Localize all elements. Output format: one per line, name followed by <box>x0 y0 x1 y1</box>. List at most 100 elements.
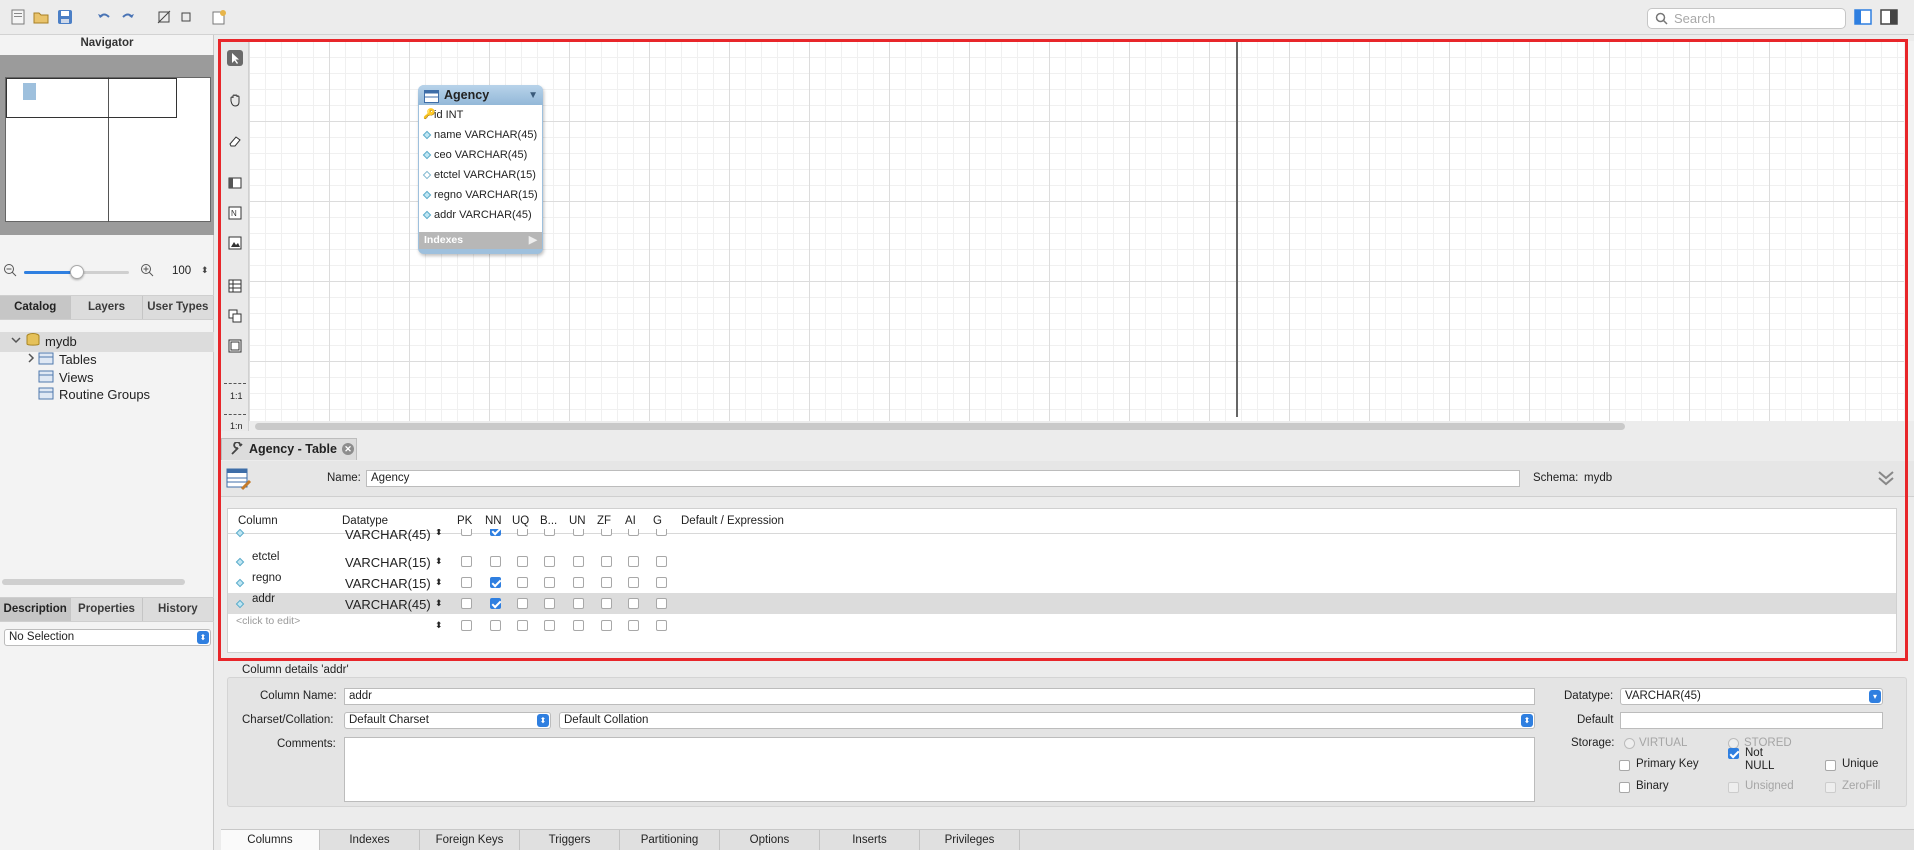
redo-icon[interactable] <box>119 8 137 26</box>
flag-checkbox[interactable] <box>573 577 584 588</box>
column-name-input[interactable]: addr <box>344 688 1535 705</box>
header-uq[interactable]: UQ <box>512 515 529 527</box>
tree-item-views[interactable]: Views <box>59 369 93 386</box>
flag-checkbox[interactable] <box>601 598 612 609</box>
tab-triggers[interactable]: Triggers <box>520 830 620 850</box>
flag-checkbox[interactable] <box>601 529 612 536</box>
chevron-updown-icon[interactable]: ⬍ <box>435 577 443 588</box>
flag-checkbox[interactable] <box>544 598 555 609</box>
tab-layers[interactable]: Layers <box>71 296 143 319</box>
chevron-updown-icon[interactable]: ⬍ <box>435 620 443 631</box>
flag-checkbox[interactable] <box>628 620 639 631</box>
entity-header[interactable]: Agency ▼ <box>418 85 543 105</box>
flag-checkbox[interactable] <box>461 620 472 631</box>
flag-checkbox[interactable] <box>517 556 528 567</box>
table-row[interactable]: regno VARCHAR(15) ⬍ <box>228 572 1896 593</box>
canvas-horizontal-scrollbar[interactable] <box>255 423 1625 430</box>
chevron-right-icon[interactable] <box>26 351 36 368</box>
collation-dropdown[interactable]: Default Collation ⬍ <box>559 712 1535 729</box>
zoom-value[interactable]: 100 <box>172 265 191 277</box>
flag-checkbox[interactable] <box>573 556 584 567</box>
flag-checkbox[interactable] <box>517 577 528 588</box>
unique-checkbox[interactable] <box>1825 760 1836 771</box>
flag-checkbox[interactable] <box>461 577 472 588</box>
tab-options[interactable]: Options <box>720 830 820 850</box>
zoom-out-icon[interactable] <box>3 263 17 280</box>
navigator-minimap[interactable] <box>0 55 214 235</box>
flag-checkbox[interactable] <box>490 529 501 536</box>
tree-item-routine-groups[interactable]: Routine Groups <box>59 386 150 403</box>
open-folder-icon[interactable] <box>32 8 50 26</box>
column-name-cell[interactable]: <click to edit> <box>236 615 300 627</box>
flag-checkbox[interactable] <box>573 620 584 631</box>
table-row[interactable]: <click to edit> ⬍ <box>228 615 1896 636</box>
align-grid-icon[interactable] <box>177 8 195 26</box>
header-datatype[interactable]: Datatype <box>342 515 388 527</box>
zoom-in-icon[interactable] <box>140 263 154 280</box>
toggle-sidebar-right-icon[interactable] <box>1880 8 1898 29</box>
hand-tool-icon[interactable] <box>227 92 243 108</box>
eraser-tool-icon[interactable] <box>227 133 243 149</box>
tab-properties[interactable]: Properties <box>71 598 143 621</box>
chevron-updown-icon[interactable]: ⬍ <box>435 529 443 538</box>
header-zf[interactable]: ZF <box>597 515 611 527</box>
view-tool-icon[interactable] <box>227 308 243 324</box>
column-name-cell[interactable]: etctel <box>252 551 280 563</box>
flag-checkbox[interactable] <box>656 577 667 588</box>
flag-checkbox[interactable] <box>601 620 612 631</box>
flag-checkbox[interactable] <box>517 620 528 631</box>
binary-checkbox[interactable] <box>1619 782 1630 793</box>
flag-checkbox[interactable] <box>490 556 501 567</box>
flag-checkbox[interactable] <box>517 598 528 609</box>
canvas-vertical-scrollbar[interactable] <box>1904 41 1914 421</box>
column-name-cell[interactable]: regno <box>252 572 281 584</box>
tree-item-tables[interactable]: Tables <box>59 351 97 368</box>
flag-checkbox[interactable] <box>573 529 584 536</box>
flag-checkbox[interactable] <box>544 556 555 567</box>
close-tab-icon[interactable]: ✕ <box>342 443 354 455</box>
header-g[interactable]: G <box>653 515 662 527</box>
flag-checkbox[interactable] <box>490 620 501 631</box>
charset-dropdown[interactable]: Default Charset ⬍ <box>344 712 551 729</box>
tab-catalog[interactable]: Catalog <box>0 296 72 319</box>
flag-checkbox[interactable] <box>656 620 667 631</box>
editor-tab[interactable]: Agency - Table ✕ <box>221 438 357 460</box>
table-row[interactable]: VARCHAR(45) ⬍ <box>228 529 1896 541</box>
chevron-updown-icon[interactable]: ⬍ <box>435 556 443 567</box>
datatype-cell[interactable]: VARCHAR(15) <box>345 576 431 591</box>
new-diagram-icon[interactable] <box>210 8 228 26</box>
primary-key-checkbox[interactable] <box>1619 760 1630 771</box>
pointer-tool-icon[interactable] <box>227 50 243 66</box>
header-nn[interactable]: NN <box>485 515 502 527</box>
save-icon[interactable] <box>56 8 74 26</box>
search-input[interactable]: Search <box>1647 8 1846 29</box>
flag-checkbox[interactable] <box>656 598 667 609</box>
undo-icon[interactable] <box>95 8 113 26</box>
datatype-cell[interactable]: VARCHAR(15) <box>345 555 431 570</box>
tab-indexes[interactable]: Indexes <box>320 830 420 850</box>
flag-checkbox[interactable] <box>517 529 528 536</box>
flag-checkbox[interactable] <box>628 577 639 588</box>
table-name-input[interactable]: Agency <box>366 470 1520 487</box>
left-horizontal-scrollbar[interactable] <box>2 579 185 585</box>
tab-history[interactable]: History <box>143 598 214 621</box>
table-tool-icon[interactable] <box>227 278 243 294</box>
header-column[interactable]: Column <box>238 515 278 527</box>
table-row[interactable]: addr VARCHAR(45) ⬍ <box>228 593 1896 614</box>
zerofill-checkbox[interactable] <box>1825 782 1836 793</box>
tab-privileges[interactable]: Privileges <box>920 830 1020 850</box>
header-pk[interactable]: PK <box>457 515 472 527</box>
not-null-checkbox[interactable] <box>1728 748 1739 759</box>
flag-checkbox[interactable] <box>656 529 667 536</box>
toggle-sidebar-left-icon[interactable] <box>1854 8 1872 29</box>
flag-checkbox[interactable] <box>628 556 639 567</box>
toggle-grid-icon[interactable] <box>155 8 173 26</box>
datatype-cell[interactable]: VARCHAR(45) <box>345 597 431 612</box>
chevron-down-icon[interactable] <box>10 333 22 350</box>
relationship-1-1-tool[interactable]: 1:1 <box>230 391 243 401</box>
flag-checkbox[interactable] <box>461 529 472 536</box>
note-tool-icon[interactable]: N <box>227 205 243 221</box>
unsigned-checkbox[interactable] <box>1728 782 1739 793</box>
layer-tool-icon[interactable] <box>227 175 243 191</box>
flag-checkbox[interactable] <box>628 598 639 609</box>
